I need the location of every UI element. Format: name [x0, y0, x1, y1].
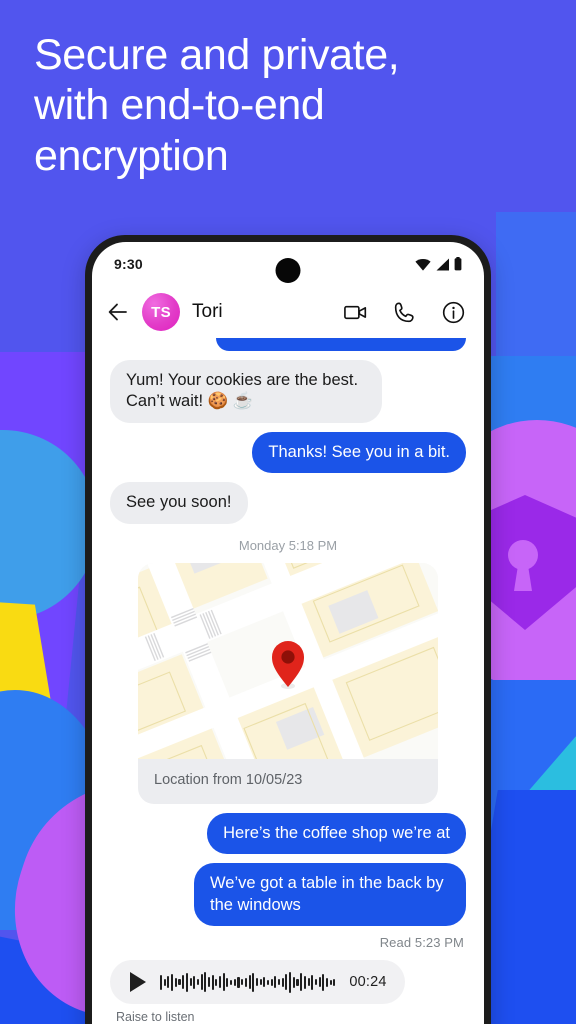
conversation-header: TS Tori: [92, 286, 484, 338]
status-time: 9:30: [114, 256, 143, 272]
message-row: See you soon!: [110, 482, 466, 524]
front-camera-icon: [275, 258, 301, 283]
battery-icon: [454, 257, 462, 271]
clipped-message-bubble: [216, 338, 466, 351]
message-bubble-incoming[interactable]: Yum! Your cookies are the best. Can’t wa…: [110, 360, 382, 423]
message-bubble-outgoing[interactable]: We’ve got a table in the back by the win…: [194, 863, 466, 927]
audio-player[interactable]: 00:24: [110, 960, 405, 1005]
message-row: We’ve got a table in the back by the win…: [110, 863, 466, 927]
promo-headline: Secure and private, with end-to-end encr…: [34, 31, 400, 180]
message-bubble-outgoing[interactable]: Here’s the coffee shop we’re at: [207, 812, 466, 855]
map-preview[interactable]: [138, 562, 438, 759]
message-row: Yum! Your cookies are the best. Can’t wa…: [110, 360, 466, 423]
message-bubble-outgoing[interactable]: Thanks! See you in a bit.: [252, 431, 466, 474]
phone-mockup: 9:30 TS Tori Yum! Your cookies are the b…: [85, 235, 491, 1024]
back-arrow-icon[interactable]: [106, 300, 130, 324]
read-receipt: Read 5:23 PM: [379, 935, 464, 951]
map-graphic: [138, 562, 438, 759]
status-icons: [415, 257, 462, 271]
wifi-icon: [415, 258, 431, 271]
audio-waveform[interactable]: [160, 969, 336, 995]
cellular-signal-icon: [436, 258, 449, 270]
header-actions: [343, 300, 466, 325]
phone-icon[interactable]: [392, 300, 417, 325]
promo-screenshot: Secure and private, with end-to-end encr…: [0, 0, 576, 1024]
day-timestamp: Monday 5:18 PM: [238, 537, 338, 553]
message-row: Thanks! See you in a bit.: [110, 431, 466, 474]
message-row: Here’s the coffee shop we’re at: [110, 812, 466, 855]
phone-screen: 9:30 TS Tori Yum! Your cookies are the b…: [92, 242, 484, 1024]
video-camera-icon[interactable]: [343, 300, 368, 325]
message-thread[interactable]: Yum! Your cookies are the best. Can’t wa…: [92, 338, 484, 1024]
raise-to-listen-hint: Raise to listen: [116, 1010, 195, 1024]
location-card[interactable]: Location from 10/05/23: [138, 562, 438, 804]
message-bubble-incoming[interactable]: See you soon!: [110, 482, 248, 524]
play-icon[interactable]: [130, 972, 146, 993]
info-icon[interactable]: [441, 300, 466, 325]
location-caption: Location from 10/05/23: [154, 771, 303, 788]
contact-name: Tori: [192, 301, 223, 322]
status-bar: 9:30: [92, 242, 484, 286]
avatar[interactable]: TS: [142, 293, 180, 331]
voice-message: 00:24 Raise to listen: [110, 960, 466, 1024]
audio-duration: 00:24: [349, 974, 387, 991]
